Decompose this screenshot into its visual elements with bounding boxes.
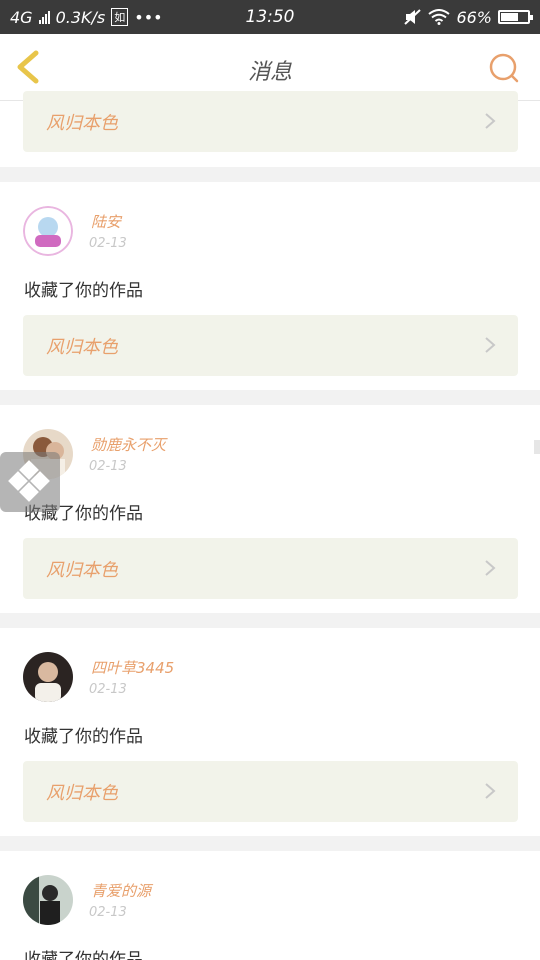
signal-icon [38,10,50,24]
work-link[interactable]: 风归本色 [23,761,518,822]
avatar[interactable] [23,875,73,925]
work-title: 风归本色 [46,560,118,581]
timestamp: 02-13 [89,682,127,697]
list-item: 风归本色 [0,91,540,167]
work-link[interactable]: 风归本色 [23,538,518,599]
chevron-right-icon [485,113,496,129]
username[interactable]: 勋鹿永不灭 [91,434,166,455]
avatar[interactable] [23,206,73,256]
network-speed: 0.3K/s [55,7,106,27]
status-left: 4G 0.3K/s 如 ••• [10,8,163,27]
action-text: 收藏了你的作品 [24,727,143,747]
chevron-right-icon [485,337,496,353]
battery-fill [501,13,518,21]
app-badge-icon: 如 [111,8,129,26]
status-right: 66% [404,7,533,27]
wifi-icon [428,9,451,25]
list-item: 四叶草3445 02-13 收藏了你的作品 风归本色 [0,628,540,836]
timestamp: 02-13 [89,905,127,920]
edge-handle[interactable] [534,440,540,454]
more-notifications-icon: ••• [134,7,163,27]
battery-icon [498,10,533,24]
chevron-right-icon [485,783,496,799]
work-title: 风归本色 [46,337,118,358]
list-item: 陆安 02-13 收藏了你的作品 风归本色 [0,182,540,390]
battery-percent: 66% [456,7,492,27]
list-item: 青爱的源 02-13 收藏了你的作品 [0,851,540,960]
username[interactable]: 陆安 [91,211,121,232]
work-link[interactable]: 风归本色 [23,91,518,152]
floating-assistant-button[interactable] [0,452,60,512]
username[interactable]: 四叶草3445 [91,657,174,678]
diamond-grid-icon [8,460,50,502]
action-text: 收藏了你的作品 [24,281,143,301]
network-label: 4G [10,7,33,27]
mute-icon [404,9,422,25]
search-icon[interactable] [488,52,520,84]
chevron-right-icon [485,560,496,576]
work-link[interactable]: 风归本色 [23,315,518,376]
list-item: 勋鹿永不灭 02-13 收藏了你的作品 风归本色 [0,405,540,613]
work-title: 风归本色 [46,783,118,804]
page-title: 消息 [247,60,292,85]
username[interactable]: 青爱的源 [91,880,151,901]
status-bar: 4G 0.3K/s 如 ••• 13:50 66% [0,0,540,34]
timestamp: 02-13 [89,459,127,474]
avatar[interactable] [23,652,73,702]
action-text: 收藏了你的作品 [24,950,143,960]
clock: 13:50 [245,7,295,27]
timestamp: 02-13 [89,236,127,251]
work-title: 风归本色 [46,113,118,134]
